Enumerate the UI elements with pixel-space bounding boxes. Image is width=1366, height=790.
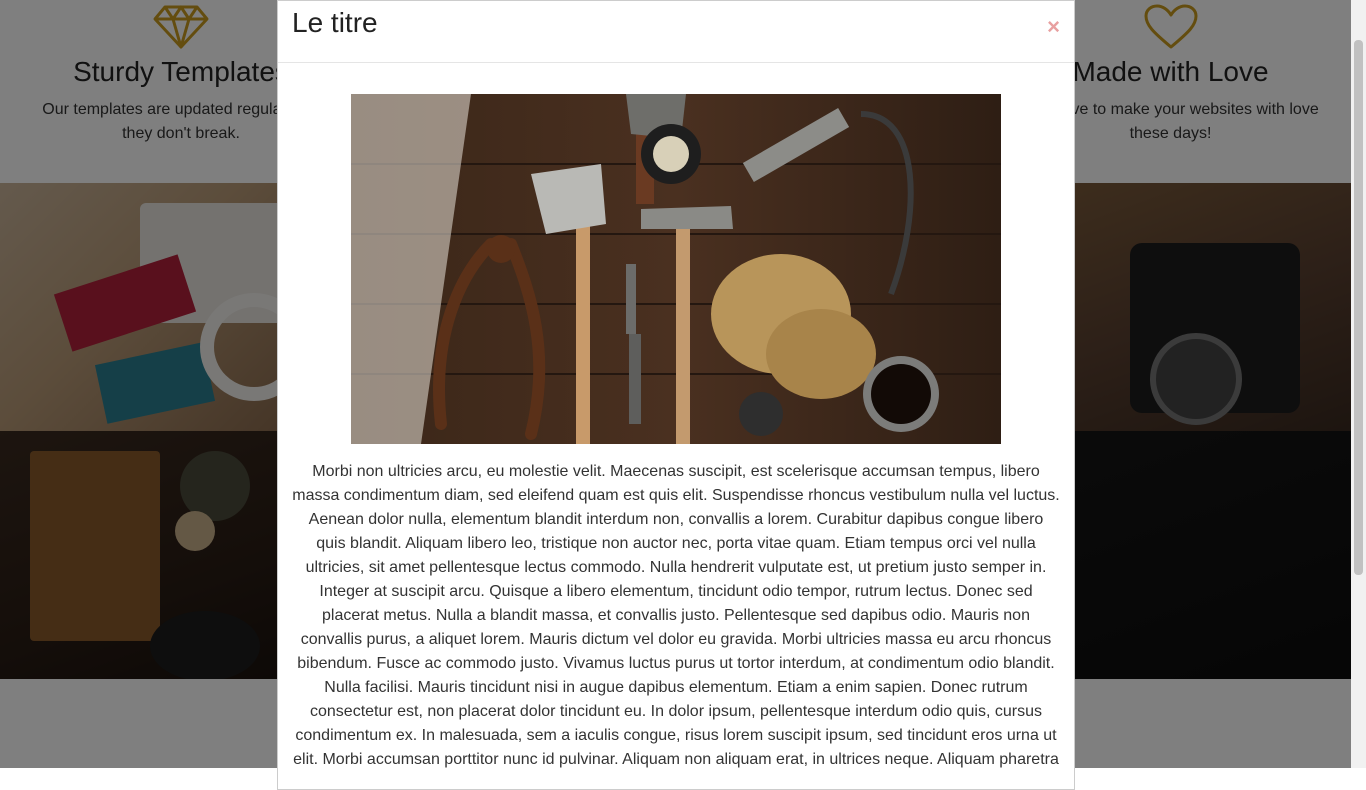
modal-body-text: Morbi non ultricies arcu, eu molestie ve… — [292, 463, 1060, 768]
close-button[interactable]: × — [1047, 15, 1060, 39]
modal-dialog: Le titre × Morbi non ultricies arcu, eu … — [277, 0, 1075, 790]
modal-title: Le titre — [292, 7, 378, 38]
tools-photo — [351, 94, 1001, 444]
page-scrollbar[interactable] — [1351, 0, 1366, 768]
modal-body: Morbi non ultricies arcu, eu molestie ve… — [278, 63, 1074, 772]
modal-header: Le titre × — [278, 1, 1074, 63]
scrollbar-thumb[interactable] — [1354, 40, 1363, 575]
